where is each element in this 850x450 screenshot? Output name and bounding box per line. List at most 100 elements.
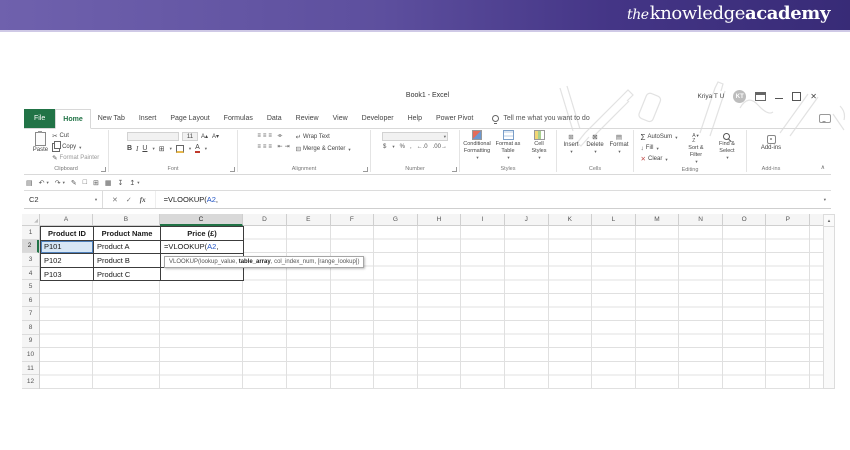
- tab-review[interactable]: Review: [289, 109, 326, 128]
- table-icon[interactable]: ⊞: [93, 179, 99, 187]
- insert-cells-button[interactable]: ⊞ Insert ▾: [560, 133, 583, 155]
- column-header-l[interactable]: L: [592, 214, 636, 226]
- close-button[interactable]: ✕: [810, 92, 817, 101]
- tab-page-layout[interactable]: Page Layout: [163, 109, 216, 128]
- enter-entry-icon[interactable]: ✓: [126, 196, 132, 204]
- number-format-select[interactable]: ▾: [382, 132, 448, 141]
- column-header-j[interactable]: J: [504, 214, 549, 226]
- row-header-7[interactable]: 7: [22, 307, 39, 322]
- tell-me-box[interactable]: Tell me what you want to do: [492, 109, 590, 128]
- tab-home[interactable]: Home: [55, 109, 91, 129]
- tab-data[interactable]: Data: [260, 109, 289, 128]
- save-icon[interactable]: ▤: [26, 179, 33, 187]
- format-cells-button[interactable]: ▤ Format ▾: [608, 133, 631, 155]
- cell-a1[interactable]: Product ID: [41, 227, 94, 241]
- tab-help[interactable]: Help: [401, 109, 429, 128]
- copy-button[interactable]: Copy ▾: [52, 141, 81, 152]
- restore-button[interactable]: [792, 92, 802, 101]
- row-header-1[interactable]: 1: [22, 226, 39, 240]
- horizontal-align-icons[interactable]: ≡≡≡ ⇤⇥: [257, 143, 291, 150]
- cell-styles-button[interactable]: Cell Styles ▾: [524, 130, 554, 161]
- cell-c1[interactable]: Price (£): [161, 227, 244, 241]
- increase-decimal-icon[interactable]: ←.0: [417, 144, 428, 150]
- cell-a4[interactable]: P103: [41, 267, 94, 282]
- tab-view[interactable]: View: [326, 109, 355, 128]
- cell-a2[interactable]: P101: [41, 240, 94, 255]
- tab-power-pivot[interactable]: Power Pivot: [429, 109, 480, 128]
- cell-c2-formula[interactable]: =VLOOKUP(A2,: [161, 240, 244, 255]
- underline-button[interactable]: U: [142, 145, 147, 152]
- sort-descending-icon[interactable]: ↧: [118, 179, 124, 187]
- column-header-m[interactable]: M: [635, 214, 680, 226]
- comment-icon[interactable]: [819, 114, 831, 123]
- tab-formulas[interactable]: Formulas: [217, 109, 260, 128]
- vertical-scrollbar[interactable]: ▴: [823, 214, 835, 389]
- cell-b2[interactable]: Product A: [94, 240, 161, 255]
- qat-customize-icon[interactable]: ▾: [137, 180, 139, 186]
- addins-button[interactable]: Add-ins: [760, 135, 783, 151]
- font-name-select[interactable]: [126, 132, 179, 141]
- column-header-p[interactable]: P: [766, 214, 811, 226]
- tab-developer[interactable]: Developer: [355, 109, 401, 128]
- column-header-n[interactable]: N: [679, 214, 723, 226]
- vertical-align-icons[interactable]: ≡≡≡ ⌯: [257, 133, 284, 140]
- tab-new-tab[interactable]: New Tab: [91, 109, 132, 128]
- row-header-4[interactable]: 4: [22, 267, 39, 281]
- sort-ascending-icon[interactable]: ↥: [129, 179, 135, 187]
- conditional-formatting-button[interactable]: Conditional Formatting ▾: [462, 130, 492, 161]
- undo-icon[interactable]: ↶: [39, 179, 45, 187]
- row-header-8[interactable]: 8: [22, 321, 39, 335]
- shrink-font-icon[interactable]: A▾: [212, 133, 219, 140]
- format-painter-qat-icon[interactable]: ✎: [71, 179, 77, 187]
- cut-button[interactable]: ✂ Cut: [52, 132, 69, 141]
- cell-c4[interactable]: [161, 267, 244, 282]
- row-header-3[interactable]: 3: [22, 253, 39, 267]
- delete-cells-button[interactable]: ⊠ Delete ▾: [584, 133, 607, 155]
- percent-style-icon[interactable]: %: [400, 144, 405, 150]
- fill-color-qat-icon[interactable]: ▦: [105, 179, 112, 187]
- redo-icon[interactable]: ↷: [55, 179, 61, 187]
- column-header-e[interactable]: E: [286, 214, 331, 226]
- fill-color-icon[interactable]: [175, 144, 184, 153]
- name-box-dropdown-icon[interactable]: ▾: [95, 197, 97, 203]
- clear-button[interactable]: ✕ Clear ▾: [641, 155, 678, 164]
- cell-b3[interactable]: Product B: [94, 254, 161, 268]
- font-color-button[interactable]: A: [195, 144, 200, 153]
- dialog-launcher-icon[interactable]: [452, 167, 457, 172]
- avatar[interactable]: KT: [733, 90, 747, 103]
- comma-style-icon[interactable]: ,: [410, 144, 412, 150]
- scroll-up-icon[interactable]: ▴: [824, 215, 834, 227]
- tab-file[interactable]: File: [24, 109, 56, 128]
- column-header-h[interactable]: H: [417, 214, 462, 226]
- tab-insert[interactable]: Insert: [132, 109, 164, 128]
- column-header-o[interactable]: O: [722, 214, 767, 226]
- minimize-button[interactable]: [775, 98, 784, 99]
- column-header-a[interactable]: A: [40, 214, 93, 226]
- accounting-format-icon[interactable]: $: [383, 144, 386, 150]
- bold-button[interactable]: B: [127, 145, 132, 152]
- row-header-12[interactable]: 12: [22, 375, 39, 389]
- insert-function-icon[interactable]: fx: [140, 196, 146, 204]
- dialog-launcher-icon[interactable]: [363, 167, 368, 172]
- decrease-decimal-icon[interactable]: .00→: [433, 144, 447, 150]
- row-header-9[interactable]: 9: [22, 335, 39, 349]
- select-all-corner[interactable]: ◢: [22, 214, 40, 226]
- merge-center-button[interactable]: ⊟ Merge & Center ▾: [296, 145, 351, 154]
- column-header-i[interactable]: I: [461, 214, 505, 226]
- dialog-launcher-icon[interactable]: [101, 167, 106, 172]
- name-box[interactable]: C2: [24, 191, 89, 208]
- expand-formula-bar-icon[interactable]: ▾: [824, 197, 826, 203]
- column-header-k[interactable]: K: [548, 214, 593, 226]
- autosum-button[interactable]: Σ AutoSum ▾: [641, 133, 678, 142]
- formula-input[interactable]: =VLOOKUP(A2,: [156, 191, 218, 208]
- sort-filter-button[interactable]: A▼ Z Sort & Filter ▾: [683, 133, 708, 165]
- column-header-b[interactable]: B: [92, 214, 160, 226]
- dialog-launcher-icon[interactable]: [230, 167, 235, 172]
- ribbon-display-options-icon[interactable]: [755, 92, 767, 101]
- column-header-g[interactable]: G: [374, 214, 418, 226]
- font-size-select[interactable]: 11: [181, 132, 198, 141]
- find-select-button[interactable]: Find & Select ▾: [714, 133, 739, 161]
- cell-b1[interactable]: Product Name: [94, 227, 161, 241]
- fill-button[interactable]: ↓ Fill ▾: [641, 144, 678, 153]
- column-header-f[interactable]: F: [330, 214, 375, 226]
